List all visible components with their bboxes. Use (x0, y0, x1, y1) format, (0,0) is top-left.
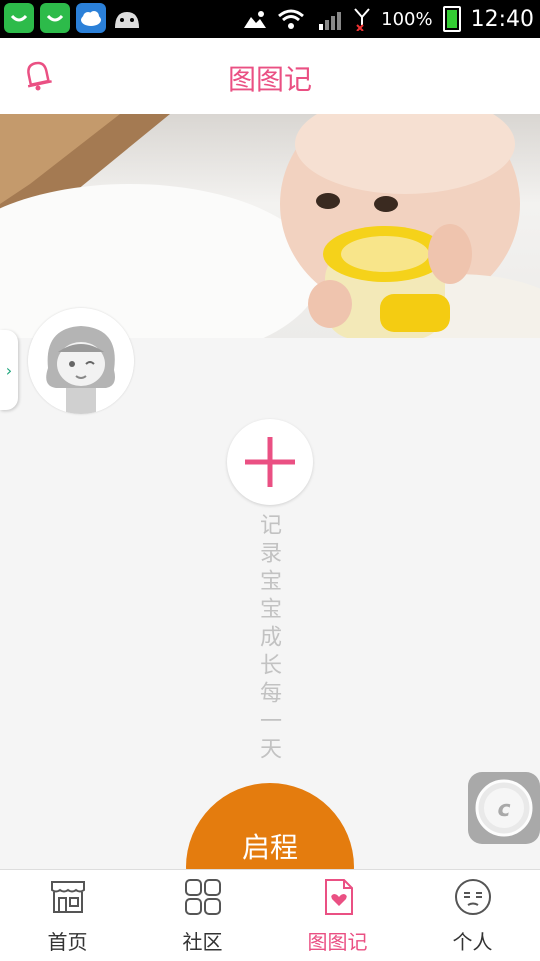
floating-assistive-button[interactable]: c (468, 772, 540, 844)
shopping-bag-icon (4, 3, 34, 33)
battery-percent: 100% (381, 8, 433, 30)
tab-home[interactable]: 首页 (0, 870, 135, 961)
signal-icon (319, 12, 342, 30)
avatar[interactable] (28, 308, 134, 414)
chevron-right-icon: › (5, 360, 13, 380)
face-icon (454, 879, 491, 915)
grid-icon (184, 879, 221, 915)
baby-cover-photo (0, 114, 540, 338)
no-sim-icon (354, 8, 370, 31)
tab-community[interactable]: 社区 (135, 870, 270, 961)
page-title: 图图记 (227, 63, 312, 96)
tab-home-label: 首页 (47, 930, 88, 954)
record-prompt-text: 记录宝宝成长每一天 (256, 513, 281, 765)
battery-icon (442, 6, 461, 32)
assistive-c-icon: c (475, 779, 533, 837)
tab-profile[interactable]: 个人 (405, 870, 540, 961)
app-header: 图图记 (0, 38, 540, 114)
storefront-icon (50, 881, 85, 913)
wifi-icon (278, 9, 305, 29)
drawer-toggle-tab[interactable]: › (0, 330, 18, 410)
bottom-tab-bar: 首页 社区 图图记 个人 (0, 869, 540, 961)
svg-text:c: c (497, 797, 510, 822)
add-record-button[interactable] (227, 419, 313, 505)
status-bar: 100% 12:40 (0, 0, 540, 38)
tab-community-label: 社区 (182, 930, 223, 954)
android-icon (112, 3, 142, 33)
start-button-label: 启程 (241, 831, 298, 864)
notification-icons (4, 3, 142, 33)
plus-icon (245, 437, 295, 487)
shopping-bag-icon (40, 3, 70, 33)
weather-cloud-icon (76, 3, 106, 33)
diary-heart-icon (324, 879, 353, 915)
tab-profile-label: 个人 (452, 930, 493, 954)
tab-diary-label: 图图记 (307, 930, 368, 954)
image-notification-icon (244, 11, 267, 28)
clock: 12:40 (470, 6, 534, 32)
tab-diary[interactable]: 图图记 (270, 870, 405, 961)
